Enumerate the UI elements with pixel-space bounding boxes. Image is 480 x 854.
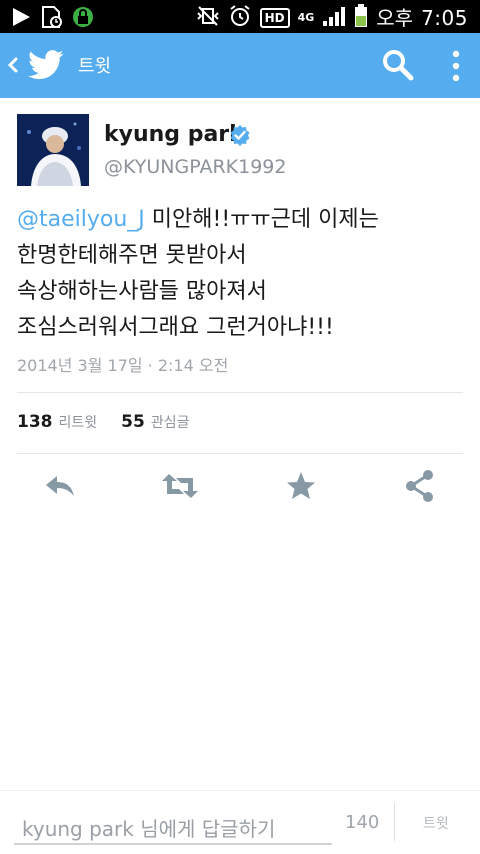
verified-badge-icon [229,124,251,146]
retweet-label[interactable]: 리트윗 [59,412,98,432]
vibrate-mute-icon [196,5,220,31]
signal-icon [322,5,346,31]
divider [17,392,463,393]
lock-icon [72,5,94,33]
favorite-star-icon[interactable] [283,468,319,504]
alarm-icon [228,4,252,32]
tweet-line-1-text: 미안해!!ㅠㅠ근데 이제는 [144,207,379,232]
tweet-line-3: 속상해하는사람들 많아져서 [17,279,267,304]
tweet-line-1: @taeilyou_J 미안해!!ㅠㅠ근데 이제는 [17,202,467,238]
time-period: 오후 [376,6,414,30]
overflow-menu-icon[interactable] [446,49,466,83]
clock: 7:05 [421,6,468,30]
mention-link[interactable]: @taeilyou_J [17,207,145,232]
share-icon[interactable] [402,468,438,504]
twitter-bird-icon[interactable] [28,50,64,80]
tweet-button[interactable]: 트윗 [423,813,449,833]
network-type-label: 4G [297,11,315,24]
author-name[interactable]: kyung park [104,122,244,147]
status-bar: HD 4G 오후 7:05 [0,0,480,33]
app-bar: 트윗 [0,33,480,98]
play-icon [10,6,32,32]
retweet-icon[interactable] [160,468,198,504]
tweet-stats: 138 리트윗 55 관심글 [17,412,207,432]
battery-icon [354,4,368,32]
hd-badge: HD [259,8,290,28]
favorite-label[interactable]: 관심글 [151,412,190,432]
tweet-timestamp: 2014년 3월 17일 · 2:14 오전 [17,356,229,375]
retweet-count[interactable]: 138 [17,412,53,432]
author-handle[interactable]: @KYUNGPARK1992 [104,156,287,178]
character-count: 140 [345,812,380,833]
reply-bar: kyung park 님에게 답글하기 140 트윗 [0,790,480,854]
divider [17,453,463,454]
search-icon[interactable] [380,47,416,83]
screenshot-file-icon [40,5,64,33]
divider [394,803,395,841]
reply-placeholder: kyung park 님에게 답글하기 [22,817,276,841]
avatar[interactable] [17,114,89,186]
tweet-line-4: 조심스러워서그래요 그런거아냐!!! [17,315,334,340]
back-chevron-icon[interactable] [6,50,20,80]
tweet-line-2: 한명한테해주면 못받아서 [17,243,247,268]
favorite-count[interactable]: 55 [121,412,145,432]
reply-icon[interactable] [42,468,78,504]
page-title: 트윗 [78,56,112,77]
tweet-text: @taeilyou_J 미안해!!ㅠㅠ근데 이제는 한명한테해주면 못받아서 속… [17,202,467,346]
reply-input[interactable]: kyung park 님에게 답글하기 [14,809,332,845]
